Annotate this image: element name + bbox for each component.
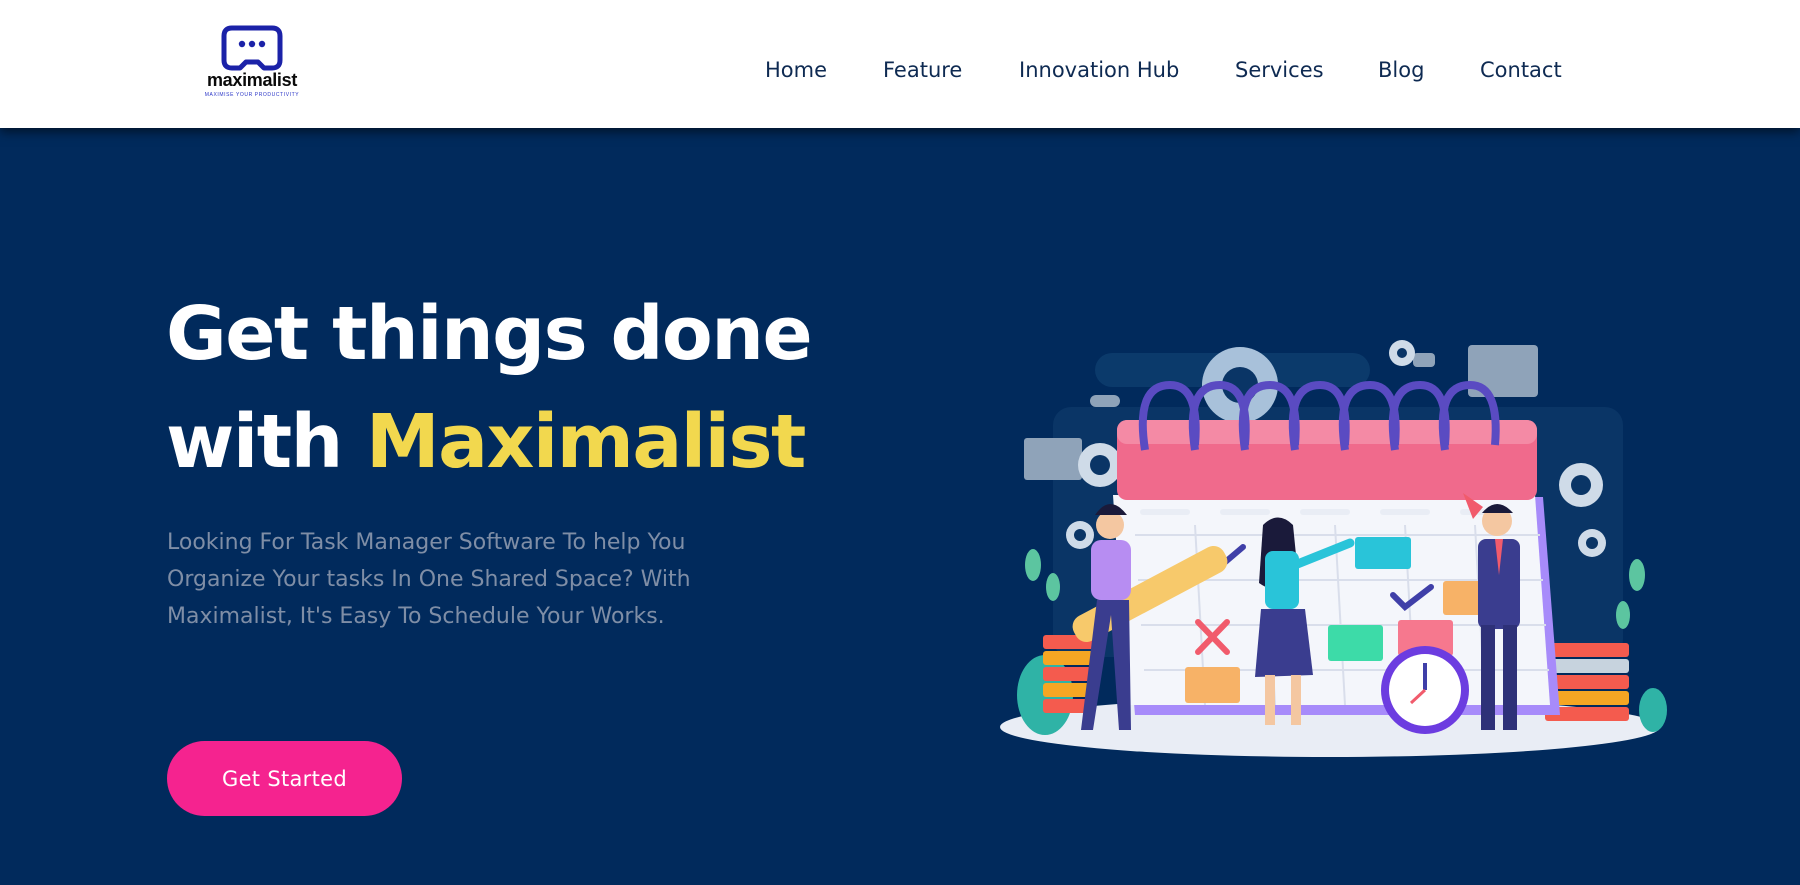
team-calendar-planning-illustration bbox=[1000, 340, 1667, 757]
hero-headline: Get things done with Maximalist bbox=[166, 280, 813, 496]
nav-item-blog[interactable]: Blog bbox=[1378, 58, 1424, 82]
nav-item-services[interactable]: Services bbox=[1235, 58, 1324, 82]
headline-line-1: Get things done bbox=[166, 291, 813, 377]
clock-icon bbox=[1381, 646, 1469, 734]
main-nav: Home Feature Innovation Hub Services Blo… bbox=[0, 58, 1800, 86]
hero-description: Looking For Task Manager Software To hel… bbox=[167, 530, 691, 629]
brand-tagline: MAXIMISE YOUR PRODUCTIVITY bbox=[204, 92, 300, 98]
site-header: maximalist MAXIMISE YOUR PRODUCTIVITY Ho… bbox=[0, 0, 1800, 128]
nav-item-feature[interactable]: Feature bbox=[883, 58, 962, 82]
get-started-button[interactable]: Get Started bbox=[167, 741, 402, 816]
gear-icon bbox=[1559, 463, 1603, 507]
nav-item-innovation-hub[interactable]: Innovation Hub bbox=[1019, 58, 1179, 82]
gear-icon bbox=[1389, 340, 1415, 366]
headline-accent: Maximalist bbox=[366, 399, 806, 485]
bg-card bbox=[1024, 438, 1082, 480]
bg-pill bbox=[1090, 395, 1120, 407]
nav-item-contact[interactable]: Contact bbox=[1480, 58, 1562, 82]
gear-icon bbox=[1078, 443, 1122, 487]
gear-icon bbox=[1578, 529, 1606, 557]
headline-line-2-prefix: with bbox=[166, 399, 367, 485]
gear-icon bbox=[1066, 521, 1094, 549]
bg-pill bbox=[1413, 353, 1435, 367]
nav-item-home[interactable]: Home bbox=[765, 58, 827, 82]
